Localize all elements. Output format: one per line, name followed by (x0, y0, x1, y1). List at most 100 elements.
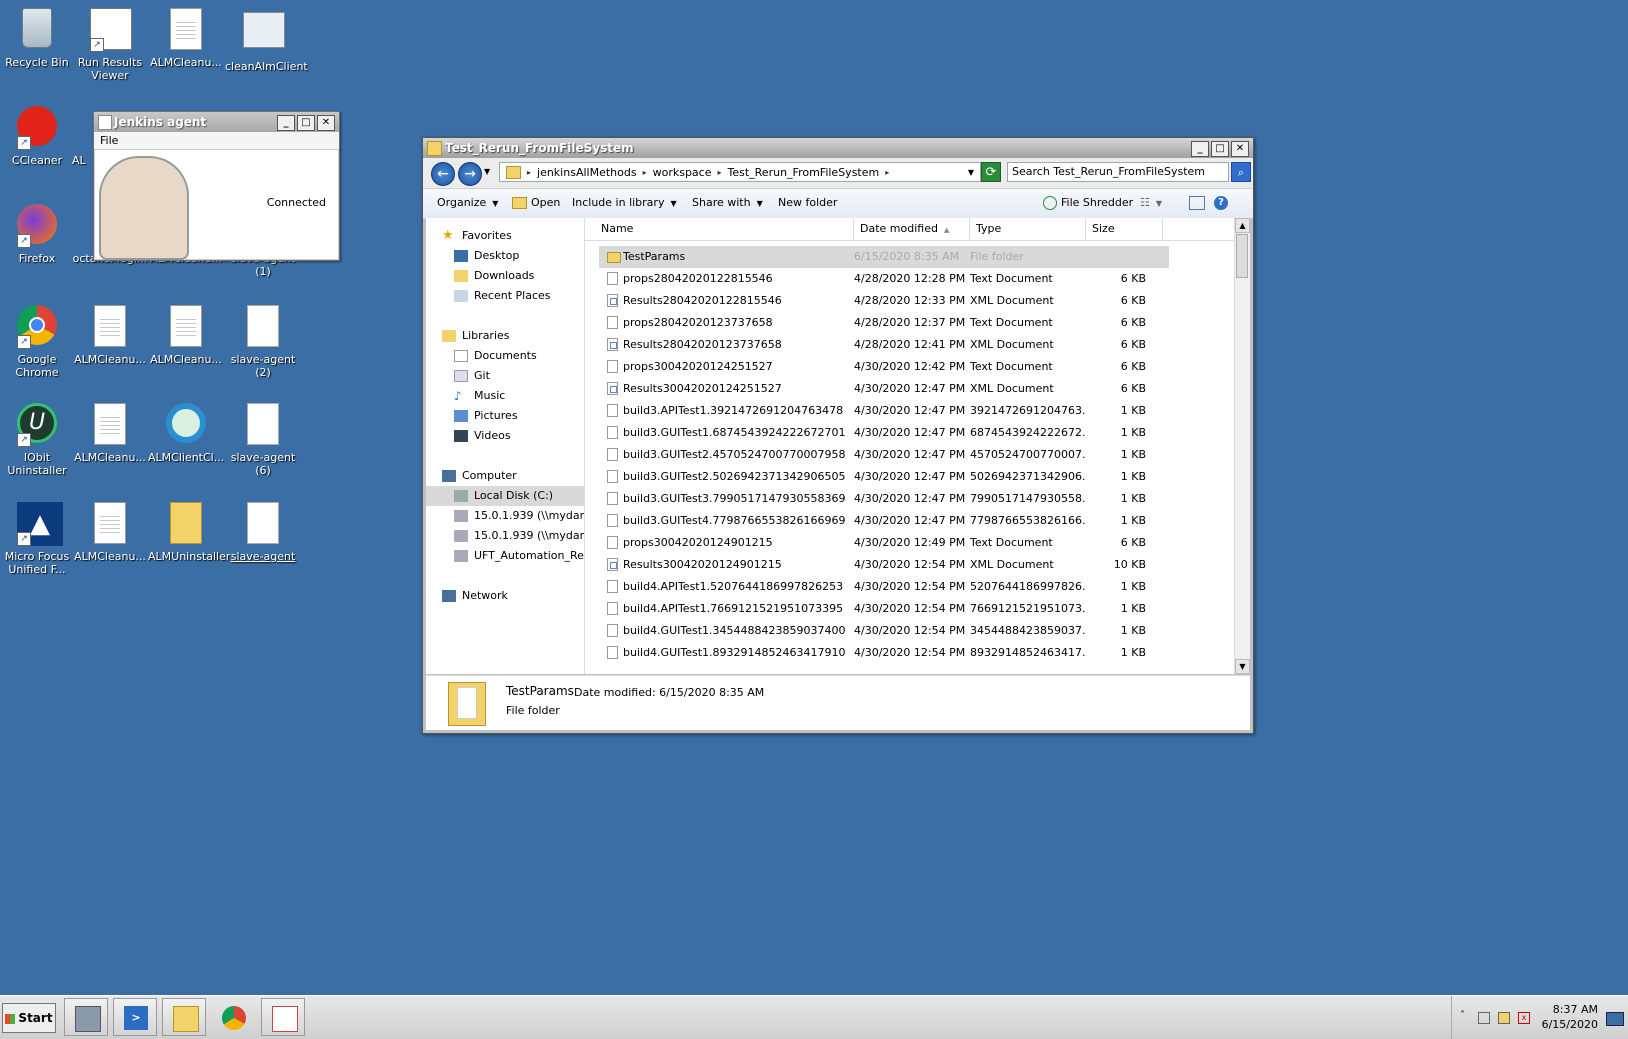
slave-agent-icon[interactable]: slave-agent (225, 502, 301, 563)
al-icon[interactable]: AL (72, 106, 92, 167)
column-type[interactable]: Type (970, 218, 1086, 240)
taskbar-java[interactable] (261, 998, 305, 1036)
action-center-flag-icon[interactable] (1478, 1012, 1490, 1024)
almcleanup-file-icon[interactable]: ALMCleanu... (72, 305, 148, 366)
nav-computer[interactable]: Computer (442, 466, 584, 486)
nav-pictures[interactable]: Pictures (454, 406, 584, 426)
breadcrumb-item[interactable]: jenkinsAllMethods (537, 166, 637, 179)
column-date-modified[interactable]: Date modified ▲ (854, 218, 970, 240)
maximize-button[interactable]: □ (297, 115, 315, 131)
jenkins-agent-window[interactable]: Jenkins agent _ □ ✕ File Connected (93, 111, 340, 261)
preview-pane-icon[interactable] (1189, 196, 1205, 213)
almcleanup-file-icon[interactable]: ALMCleanu... (148, 305, 224, 366)
explorer-window[interactable]: Test_Rerun_FromFileSystem _ □ ✕ ← → ▼ ▸ … (422, 137, 1254, 734)
start-button[interactable]: Start (2, 1003, 56, 1033)
column-size[interactable]: Size (1086, 218, 1163, 240)
file-row[interactable]: build3.APITest1.3921472691204763478 4/30/… (599, 400, 1169, 422)
nav-favorites[interactable]: ★ Favorites (442, 226, 584, 246)
menu-file[interactable]: File (100, 134, 118, 147)
file-row[interactable]: build3.GUITest2.4570524700770007958 4/30/… (599, 444, 1169, 466)
taskbar-explorer[interactable] (162, 998, 206, 1036)
recycle-bin-icon[interactable]: Recycle Bin (0, 8, 75, 69)
almcleanup-file-icon[interactable]: ALMCleanu... (72, 502, 148, 563)
help-icon[interactable]: ? (1214, 195, 1228, 210)
search-icon[interactable]: ⌕ (1231, 162, 1251, 182)
nav-recent-places[interactable]: Recent Places (454, 286, 584, 306)
maximize-button[interactable]: □ (1211, 141, 1229, 157)
file-row[interactable]: build3.GUITest2.5026942371342906505 4/30/… (599, 466, 1169, 488)
nav-videos[interactable]: Videos (454, 426, 584, 446)
iobit-uninstaller-icon[interactable]: U ↗ IObit Uninstaller (0, 403, 75, 477)
taskbar-chrome[interactable] (211, 998, 255, 1036)
taskbar-server-manager[interactable] (64, 998, 108, 1036)
view-options-icon[interactable]: ☷ ▼ (1140, 196, 1162, 209)
minimize-button[interactable]: _ (1191, 141, 1209, 157)
file-row[interactable]: Results30042020124901215 4/30/2020 12:54 … (599, 554, 1169, 576)
open-button[interactable]: Open (512, 196, 560, 209)
minimize-button[interactable]: _ (277, 115, 295, 131)
breadcrumb-item[interactable]: workspace (653, 166, 712, 179)
file-row[interactable]: Results28042020122815546 4/28/2020 12:33 … (599, 290, 1169, 312)
taskbar-powershell[interactable]: > (113, 998, 157, 1036)
close-button[interactable]: ✕ (317, 115, 335, 131)
forward-button[interactable]: → (458, 162, 482, 186)
scroll-up-arrow-icon[interactable]: ▲ (1235, 218, 1250, 233)
nav-desktop[interactable]: Desktop (454, 246, 584, 266)
network-tray-icon[interactable] (1498, 1012, 1510, 1024)
nav-network-drive-1[interactable]: 15.0.1.939 (\\mydana (454, 506, 584, 526)
run-results-viewer-icon[interactable]: ↗ Run Results Viewer (72, 8, 148, 82)
back-button[interactable]: ← (431, 162, 455, 186)
refresh-button[interactable]: ⟳ (981, 162, 1001, 182)
nav-network[interactable]: Network (442, 586, 584, 606)
file-row[interactable]: build4.GUITest1.3454488423859037400 4/30/… (599, 620, 1169, 642)
file-row[interactable]: TestParams 6/15/2020 8:35 AM File folder (599, 246, 1169, 268)
nav-uft-automation[interactable]: UFT_Automation_Resc (454, 546, 584, 566)
scroll-thumb[interactable] (1236, 234, 1248, 278)
firefox-icon[interactable]: ↗ Firefox (0, 204, 75, 265)
jenkins-title-bar[interactable]: Jenkins agent _ □ ✕ (94, 112, 339, 132)
file-row[interactable]: build3.GUITest1.6874543924222672701 4/30/… (599, 422, 1169, 444)
almcleanup-file-icon[interactable]: ALMCleanu... (148, 8, 224, 69)
include-in-library-button[interactable]: Include in library ▼ (572, 196, 677, 209)
nav-music[interactable]: ♪ Music (454, 386, 584, 406)
file-row[interactable]: props30042020124901215 4/30/2020 12:49 PM… (599, 532, 1169, 554)
show-desktop-button[interactable] (1606, 1012, 1624, 1026)
almuninstaller-icon[interactable]: ALMUninstaller (148, 502, 230, 563)
ccleaner-icon[interactable]: ↗ CCleaner (0, 106, 75, 167)
file-row[interactable]: build4.APITest1.5207644186997826253 4/30/… (599, 576, 1169, 598)
file-row[interactable]: build3.GUITest4.7798766553826166969 4/30/… (599, 510, 1169, 532)
vertical-scrollbar[interactable]: ▲ ▼ (1234, 218, 1250, 674)
nav-documents[interactable]: Documents (454, 346, 584, 366)
nav-downloads[interactable]: Downloads (454, 266, 584, 286)
file-row[interactable]: build4.GUITest1.8932914852463417910 4/30/… (599, 642, 1169, 664)
nav-libraries[interactable]: Libraries (442, 326, 584, 346)
file-row[interactable]: build3.GUITest3.7990517147930558369 4/30/… (599, 488, 1169, 510)
volume-muted-icon[interactable]: x (1518, 1012, 1530, 1024)
nav-git[interactable]: Git (454, 366, 584, 386)
file-row[interactable]: props30042020124251527 4/30/2020 12:42 PM… (599, 356, 1169, 378)
search-input[interactable]: Search Test_Rerun_FromFileSystem (1007, 162, 1229, 182)
nav-local-disk[interactable]: Local Disk (C:) (426, 486, 584, 506)
new-folder-button[interactable]: New folder (778, 196, 837, 209)
clock[interactable]: 8:37 AM 6/15/2020 (1542, 1002, 1598, 1032)
explorer-title-bar[interactable]: Test_Rerun_FromFileSystem _ □ ✕ (423, 138, 1253, 158)
file-row[interactable]: build4.APITest1.7669121521951073395 4/30/… (599, 598, 1169, 620)
nav-network-drive-2[interactable]: 15.0.1.939 (\\mydana (454, 526, 584, 546)
file-row[interactable]: Results28042020123737658 4/28/2020 12:41 … (599, 334, 1169, 356)
close-button[interactable]: ✕ (1231, 141, 1249, 157)
micro-focus-unified-icon[interactable]: ▲ ↗ Micro Focus Unified F... (0, 502, 75, 576)
address-dropdown-icon[interactable]: ▼ (968, 168, 974, 177)
slave-agent-6-icon[interactable]: slave-agent (6) (225, 403, 301, 477)
almcleanup-file-icon[interactable]: ALMCleanu... (72, 403, 148, 464)
file-row[interactable]: Results30042020124251527 4/30/2020 12:47 … (599, 378, 1169, 400)
google-chrome-icon[interactable]: ↗ Google Chrome (0, 305, 75, 379)
share-with-button[interactable]: Share with ▼ (692, 196, 763, 209)
file-row[interactable]: props28042020122815546 4/28/2020 12:28 PM… (599, 268, 1169, 290)
scroll-down-arrow-icon[interactable]: ▼ (1235, 659, 1250, 674)
slave-agent-2-icon[interactable]: slave-agent (2) (225, 305, 301, 379)
column-name[interactable]: Name (593, 218, 854, 240)
show-hidden-icons-icon[interactable]: ˄ (1460, 1010, 1465, 1021)
cleanalmclient-icon[interactable]: cleanAlmClient (225, 8, 308, 73)
file-row[interactable]: props28042020123737658 4/28/2020 12:37 PM… (599, 312, 1169, 334)
breadcrumb[interactable]: ▸ jenkinsAllMethods ▸ workspace ▸ Test_R… (499, 162, 981, 182)
